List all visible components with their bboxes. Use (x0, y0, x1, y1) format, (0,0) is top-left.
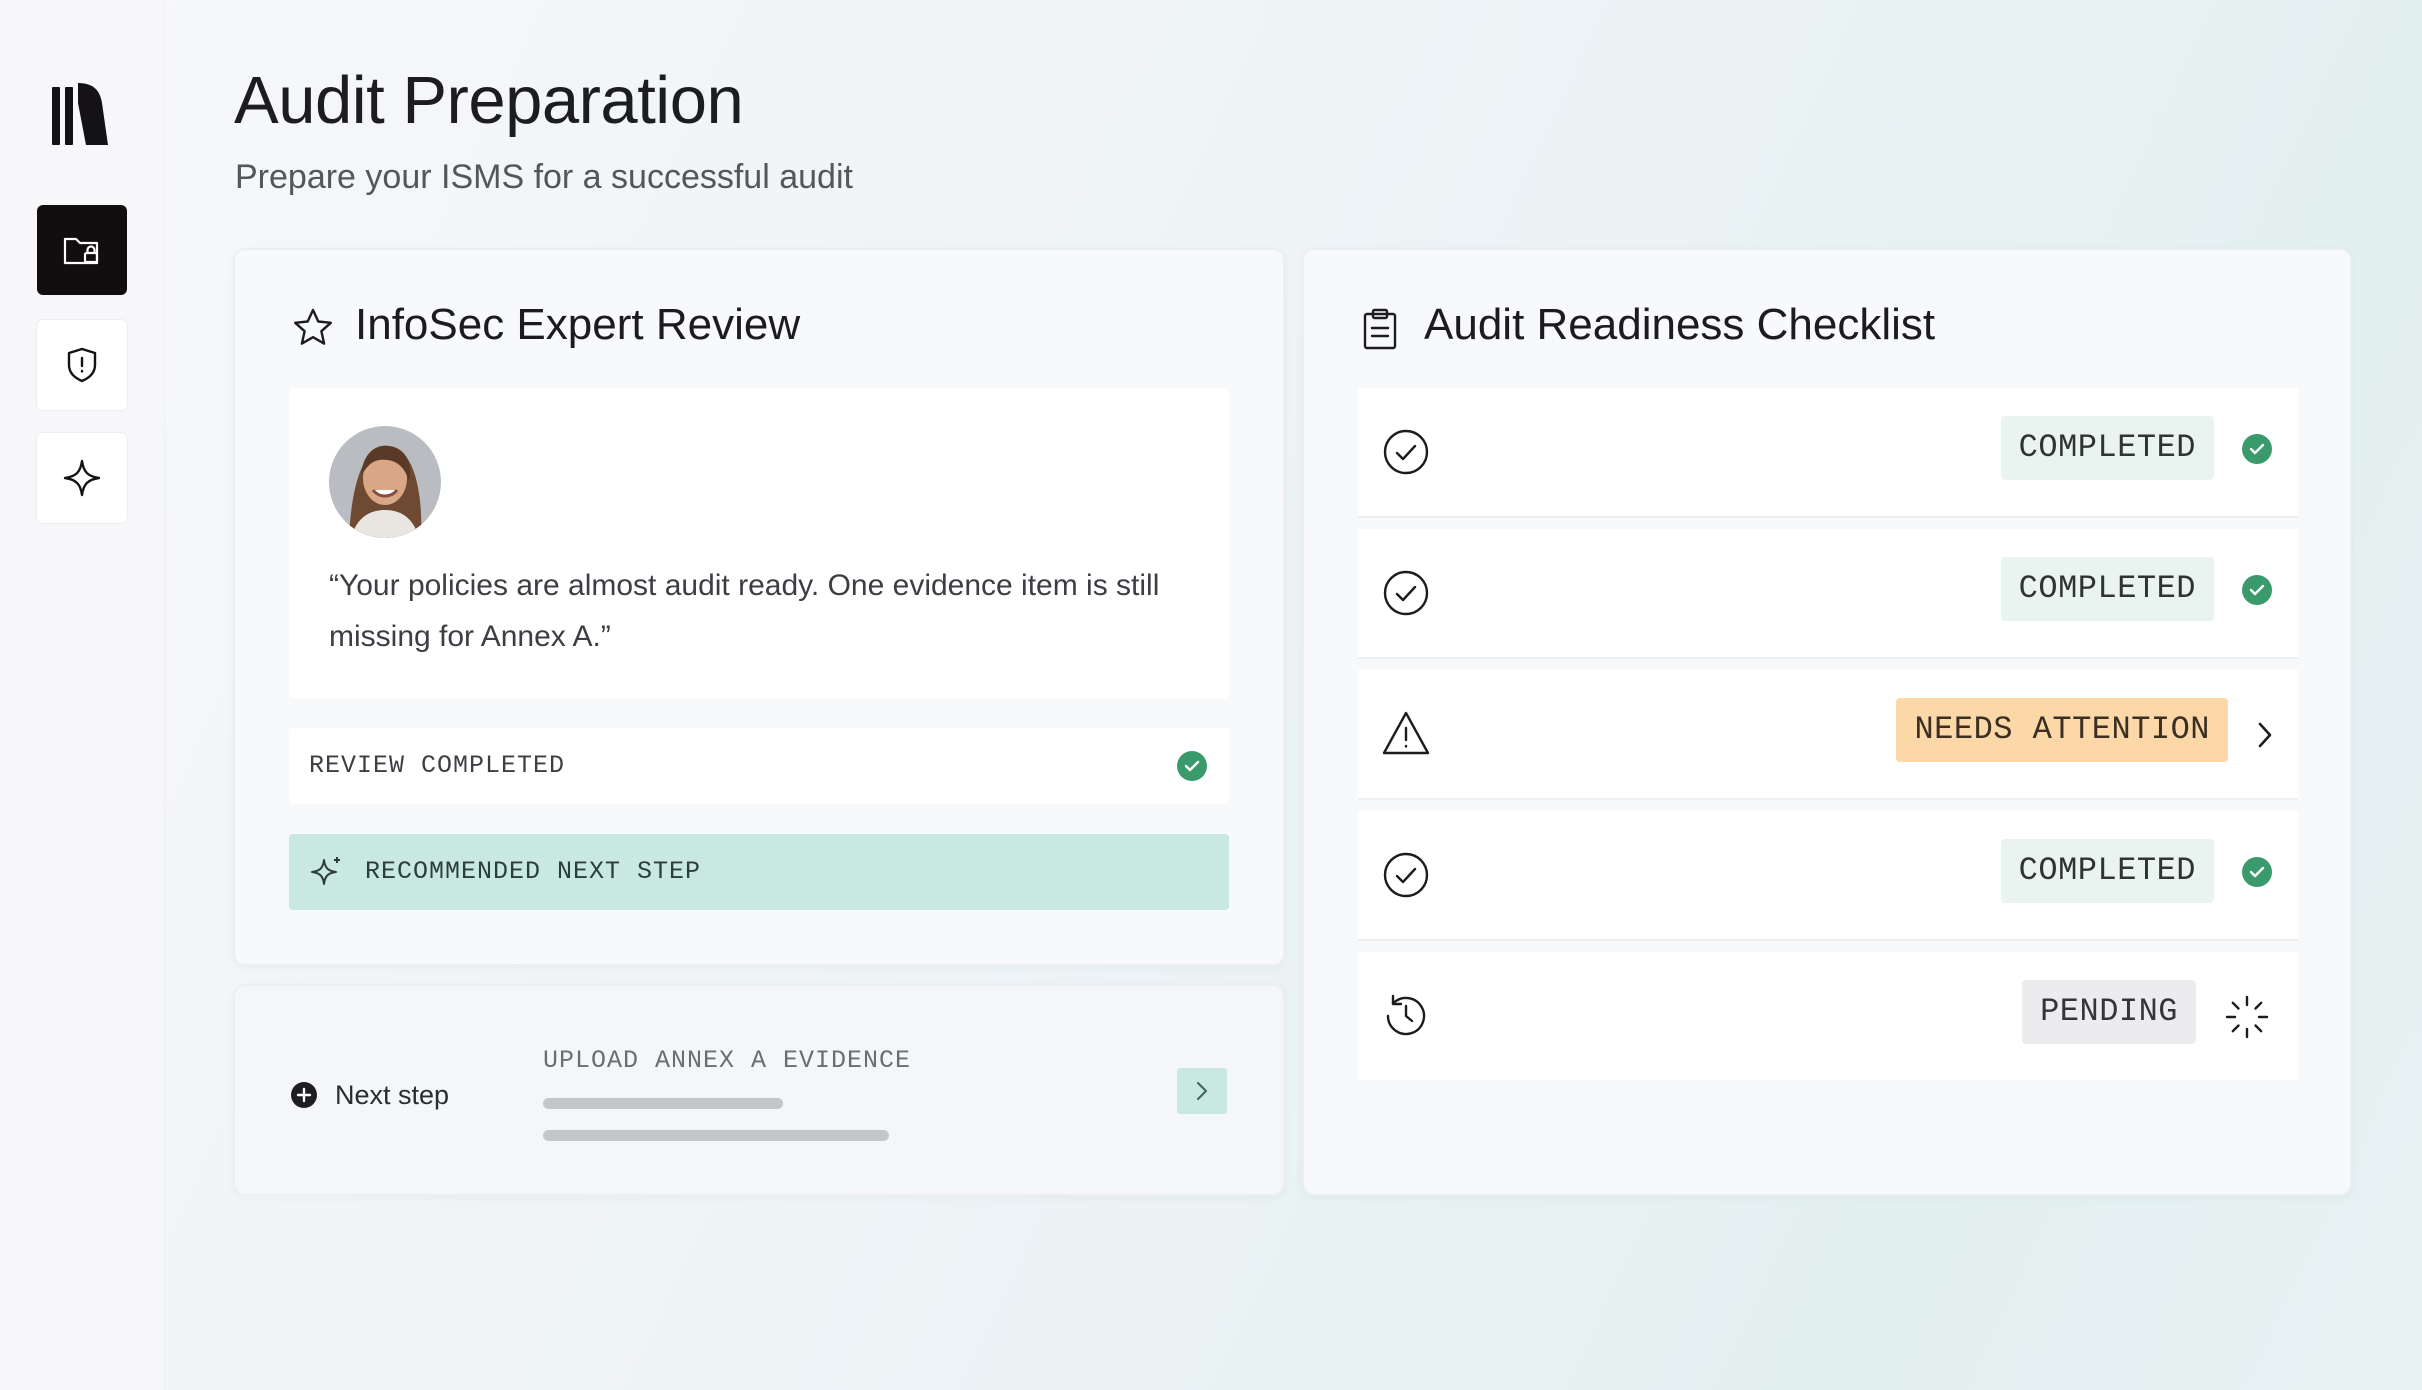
checklist-item[interactable]: COMPLETED (1358, 529, 2298, 659)
status-badge: COMPLETED (2000, 839, 2214, 903)
avatar (329, 426, 441, 538)
expert-review-card: InfoSec Expert Review “Your policies are… (233, 248, 1285, 966)
folder-lock-icon (63, 237, 99, 265)
recommended-next-step-button[interactable]: RECOMMENDED NEXT STEP (289, 834, 1229, 910)
check-circle-icon (1383, 570, 1429, 616)
warning-triangle-icon (1382, 711, 1430, 755)
checklist-title: Audit Readiness Checklist (1424, 300, 1936, 349)
chevron-right-icon (1196, 1081, 1208, 1101)
nav-item-security[interactable] (37, 320, 127, 410)
nav-item-ai[interactable] (37, 433, 127, 523)
audit-checklist-card: Audit Readiness Checklist COMPLETED COMP… (1302, 248, 2352, 1196)
next-step-label: Next step (335, 1080, 450, 1110)
library-icon (52, 83, 108, 145)
page-title: Audit Preparation (234, 63, 744, 138)
placeholder-bar (543, 1130, 889, 1141)
check-icon (2242, 857, 2272, 887)
status-badge: NEEDS ATTENTION (1896, 698, 2228, 762)
checklist-item[interactable]: PENDING (1358, 952, 2298, 1080)
shield-alert-icon (67, 347, 97, 383)
review-status-label: REVIEW COMPLETED (309, 751, 566, 780)
plus-circle-icon (291, 1082, 317, 1108)
expert-review-title: InfoSec Expert Review (355, 300, 801, 349)
check-icon (2242, 434, 2272, 464)
nav-item-documents[interactable] (37, 205, 127, 295)
check-circle-icon (1383, 429, 1429, 475)
next-step-action: UPLOAD ANNEX A EVIDENCE (543, 1046, 912, 1075)
checklist-item[interactable]: COMPLETED (1358, 811, 2298, 941)
sparkle-icon (63, 459, 101, 497)
status-badge: COMPLETED (2000, 557, 2214, 621)
expert-quote: “Your policies are almost audit ready. O… (329, 569, 1160, 653)
checklist-item[interactable]: NEEDS ATTENTION (1358, 670, 2298, 800)
chevron-right-icon[interactable] (2254, 720, 2276, 750)
checklist-item[interactable]: COMPLETED (1358, 388, 2298, 518)
status-badge: PENDING (2022, 980, 2196, 1044)
next-step-card: Next step UPLOAD ANNEX A EVIDENCE (233, 984, 1285, 1196)
status-badge: COMPLETED (2000, 416, 2214, 480)
loading-spinner-icon (2225, 995, 2269, 1039)
check-icon (1177, 751, 1207, 781)
page-subtitle: Prepare your ISMS for a successful audit (235, 158, 853, 196)
check-circle-icon (1383, 852, 1429, 898)
expert-quote-box: “Your policies are almost audit ready. O… (289, 388, 1229, 698)
placeholder-bar (543, 1098, 783, 1109)
star-icon (294, 308, 332, 345)
review-status-row: REVIEW COMPLETED (289, 728, 1229, 804)
sidebar (0, 0, 165, 1390)
recommended-next-step-label: RECOMMENDED NEXT STEP (365, 857, 702, 886)
check-icon (2242, 575, 2272, 605)
clipboard-icon (1363, 308, 1397, 350)
sparkles-icon (311, 857, 340, 885)
go-next-step-button[interactable] (1177, 1068, 1227, 1114)
clock-rotate-icon (1386, 994, 1426, 1036)
